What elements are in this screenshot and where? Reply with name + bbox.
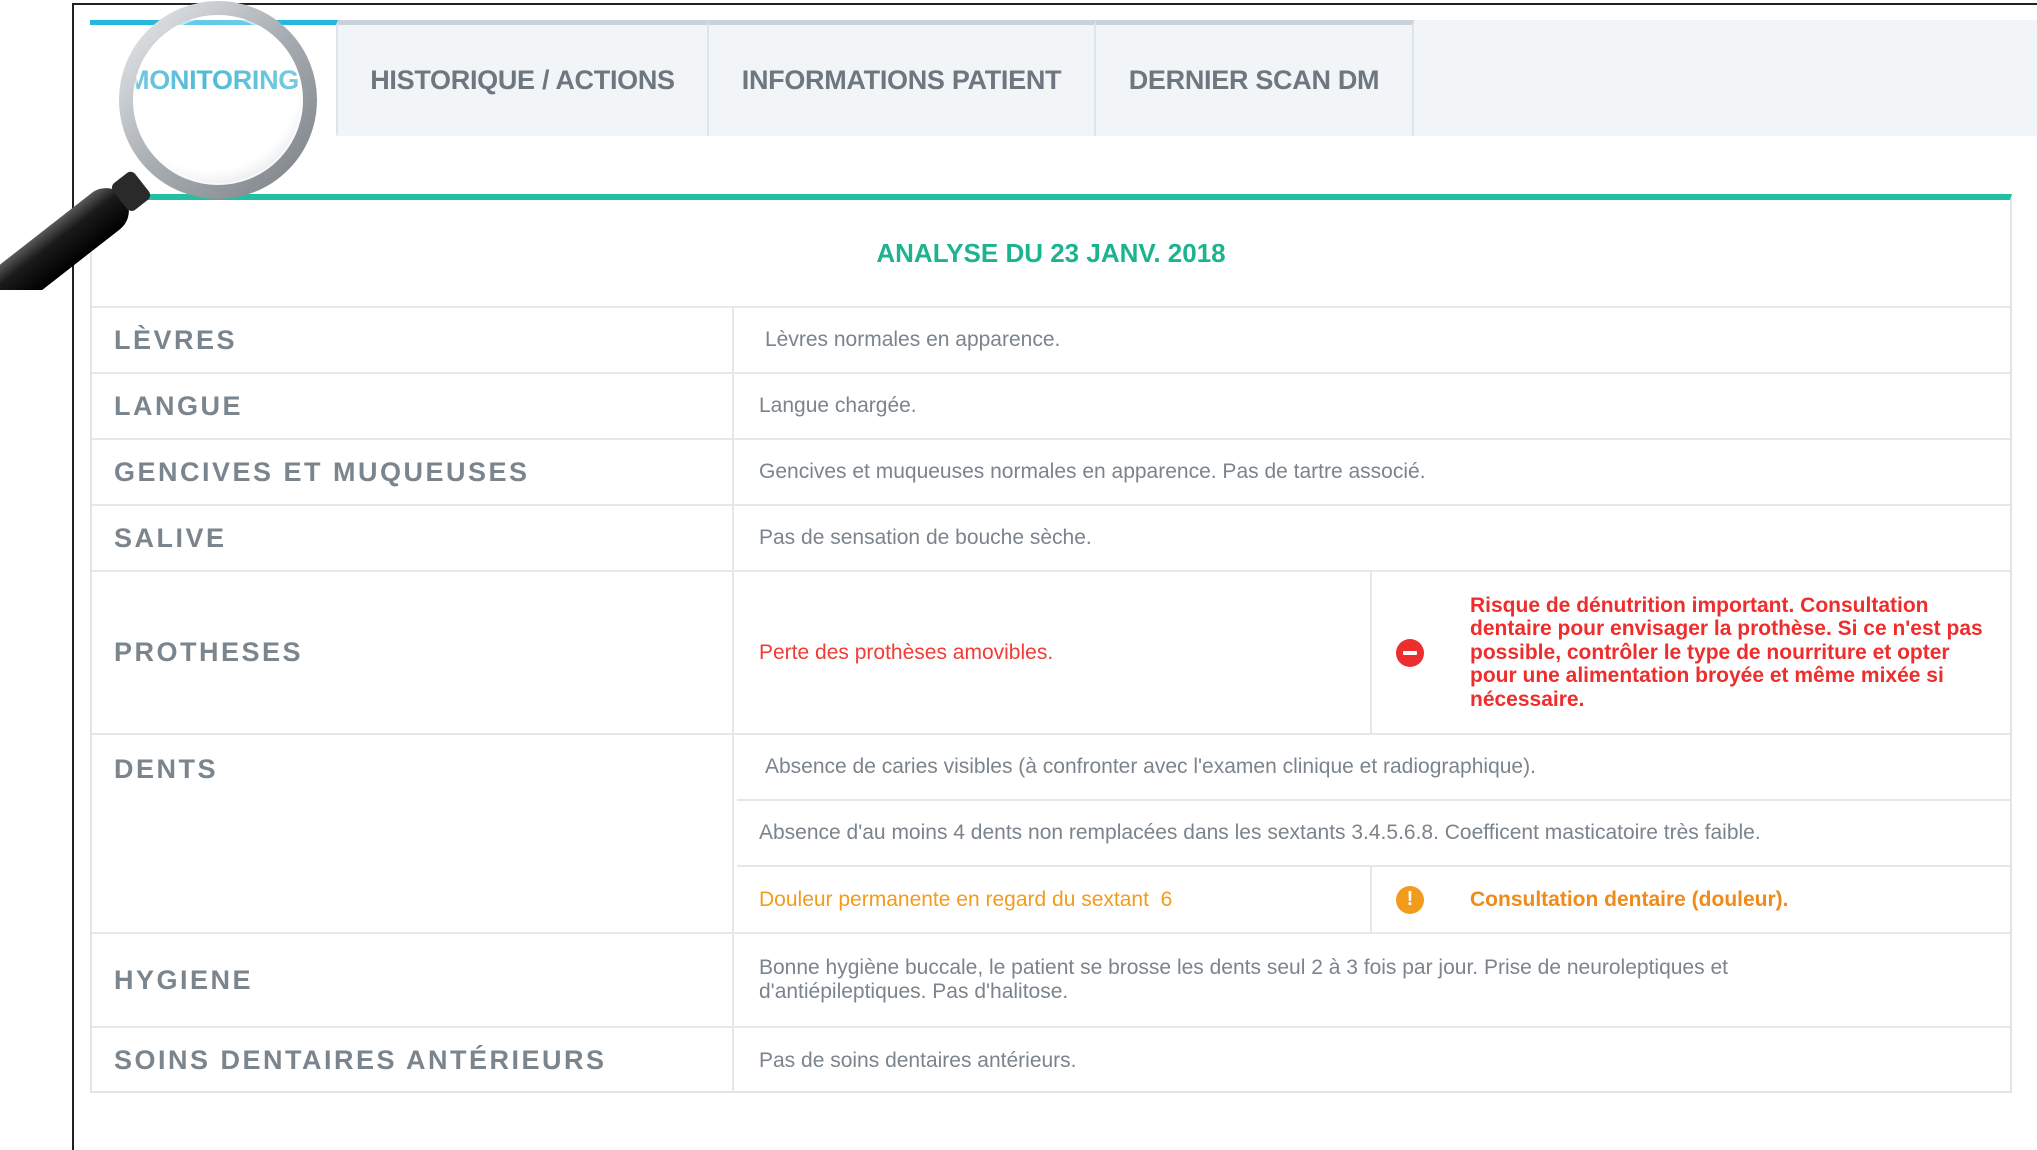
critical-minus-icon bbox=[1396, 638, 1424, 667]
row-value-dents-absence: Absence d'au moins 4 dents non remplacée… bbox=[759, 821, 1761, 844]
table-row: GENCIVES ET MUQUEUSES Gencives et muqueu… bbox=[92, 440, 2010, 506]
tab-informations-patient[interactable]: INFORMATIONS PATIENT bbox=[709, 20, 1096, 136]
dents-alert-text: Consultation dentaire (douleur). bbox=[1470, 887, 1789, 911]
tab-monitoring[interactable]: MONITORING bbox=[90, 20, 338, 136]
row-label-levres: LÈVRES bbox=[92, 308, 734, 372]
dents-subrow: Absence de caries visibles (à confronter… bbox=[737, 735, 2010, 801]
row-label-protheses: PROTHESES bbox=[92, 572, 734, 733]
table-row: DENTS Absence de caries visibles (à conf… bbox=[92, 735, 2010, 934]
row-label-salive: SALIVE bbox=[92, 506, 734, 570]
tab-label: DERNIER SCAN DM bbox=[1128, 65, 1380, 95]
row-label-dents: DENTS bbox=[92, 735, 734, 932]
row-label-hygiene: HYGIENE bbox=[92, 934, 734, 1026]
table-row: PROTHESES Perte des prothèses amovibles.… bbox=[92, 572, 2010, 735]
tab-label: HISTORIQUE / ACTIONS bbox=[370, 65, 675, 95]
analysis-title: ANALYSE DU 23 JANV. 2018 bbox=[92, 200, 2010, 308]
row-value-levres: Lèvres normales en apparence. bbox=[765, 328, 1061, 351]
row-label-soins: SOINS DENTAIRES ANTÉRIEURS bbox=[92, 1028, 734, 1093]
tab-dernier-scan-dm[interactable]: DERNIER SCAN DM bbox=[1096, 20, 1414, 136]
tab-label: MONITORING bbox=[127, 64, 299, 95]
dents-alert: ! Consultation dentaire (douleur). bbox=[1374, 867, 2010, 932]
row-value-langue: Langue chargée. bbox=[759, 394, 917, 417]
row-value-dents-caries: Absence de caries visibles (à confronter… bbox=[765, 755, 1536, 778]
analysis-panel: ANALYSE DU 23 JANV. 2018 LÈVRES Lèvres n… bbox=[90, 194, 2012, 1093]
row-value-salive: Pas de sensation de bouche sèche. bbox=[759, 526, 1092, 549]
row-value-protheses: Perte des prothèses amovibles. bbox=[737, 572, 1372, 733]
dents-subrow: Absence d'au moins 4 dents non remplacée… bbox=[737, 801, 2010, 867]
row-label-gencives: GENCIVES ET MUQUEUSES bbox=[92, 440, 734, 504]
row-value-gencives: Gencives et muqueuses normales en appare… bbox=[759, 460, 1426, 483]
row-value-hygiene: Bonne hygiène buccale, le patient se bro… bbox=[759, 956, 1728, 1003]
row-label-langue: LANGUE bbox=[92, 374, 734, 438]
tab-bar: MONITORING HISTORIQUE / ACTIONS INFORMAT… bbox=[90, 20, 2037, 136]
table-row: HYGIENE Bonne hygiène buccale, le patien… bbox=[92, 934, 2010, 1028]
warning-exclamation-icon: ! bbox=[1396, 885, 1424, 914]
tab-bar-filler bbox=[1414, 20, 2037, 136]
row-value-dents-douleur: Douleur permanente en regard du sextant … bbox=[737, 867, 1372, 932]
table-row: SOINS DENTAIRES ANTÉRIEURS Pas de soins … bbox=[92, 1028, 2010, 1093]
protheses-alert-text: Risque de dénutrition important. Consult… bbox=[1470, 593, 1983, 711]
tab-historique-actions[interactable]: HISTORIQUE / ACTIONS bbox=[338, 20, 709, 136]
row-value-soins: Pas de soins dentaires antérieurs. bbox=[759, 1048, 1077, 1072]
tab-label: INFORMATIONS PATIENT bbox=[741, 65, 1062, 95]
table-row: LÈVRES Lèvres normales en apparence. bbox=[92, 308, 2010, 374]
table-row: SALIVE Pas de sensation de bouche sèche. bbox=[92, 506, 2010, 572]
table-row: LANGUE Langue chargée. bbox=[92, 374, 2010, 440]
dents-subrow: Douleur permanente en regard du sextant … bbox=[737, 867, 2010, 932]
protheses-alert: Risque de dénutrition important. Consult… bbox=[1374, 572, 2010, 733]
